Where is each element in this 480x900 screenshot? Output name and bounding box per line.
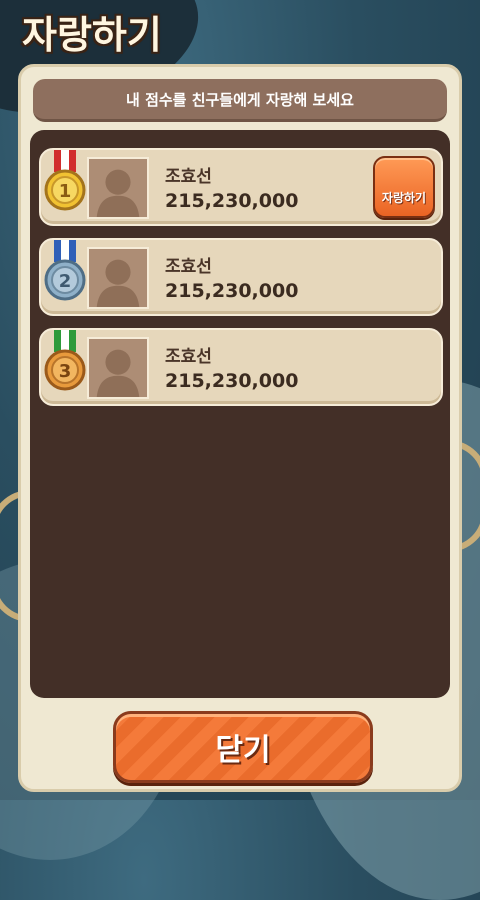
profile-silhouette-icon: [96, 169, 140, 217]
svg-text:1: 1: [59, 181, 72, 202]
close-button[interactable]: 닫기: [113, 711, 373, 783]
avatar: [87, 337, 149, 399]
silver-medal-icon: 2: [44, 240, 86, 301]
player-name: 조효선: [165, 257, 212, 277]
profile-silhouette-icon: [96, 349, 140, 397]
ranking-row-2: 2 조효선 215,230,000: [39, 238, 443, 316]
screen-title: 자랑하기: [22, 13, 162, 57]
boast-button[interactable]: 자랑하기: [373, 156, 435, 218]
player-score: 215,230,000: [165, 190, 299, 212]
player-score: 215,230,000: [165, 370, 299, 392]
ranking-row-1: 1 조효선 215,230,000 자랑하기: [39, 148, 443, 226]
avatar: [87, 247, 149, 309]
svg-text:2: 2: [59, 271, 72, 292]
profile-silhouette-icon: [96, 259, 140, 307]
player-name: 조효선: [165, 347, 212, 367]
svg-text:3: 3: [59, 361, 72, 382]
bronze-medal-icon: 3: [44, 330, 86, 391]
instruction-banner: 내 점수를 친구들에게 자랑해 보세요: [33, 79, 447, 122]
boast-dialog: 내 점수를 친구들에게 자랑해 보세요 1 조효선 215,230,000 자랑…: [18, 64, 462, 792]
player-score: 215,230,000: [165, 280, 299, 302]
instruction-text: 내 점수를 친구들에게 자랑해 보세요: [126, 90, 354, 109]
player-name: 조효선: [165, 167, 212, 187]
avatar: [87, 157, 149, 219]
ranking-list[interactable]: 1 조효선 215,230,000 자랑하기 2 조효선 215,230,000…: [30, 130, 450, 698]
ranking-row-3: 3 조효선 215,230,000: [39, 328, 443, 406]
gold-medal-icon: 1: [44, 150, 86, 211]
